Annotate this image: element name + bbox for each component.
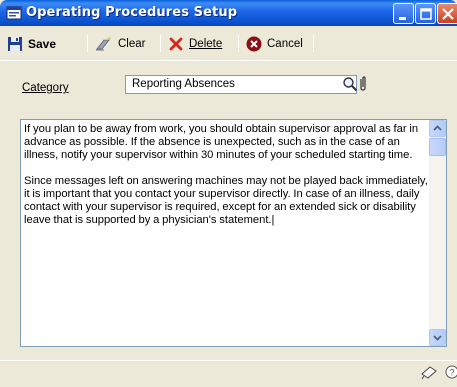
delete-button[interactable]: Delete — [168, 34, 222, 54]
window-note-icon[interactable] — [420, 364, 438, 380]
cancel-button[interactable]: Cancel — [246, 34, 303, 54]
category-label: Category — [22, 82, 69, 94]
category-field[interactable]: Reporting Absences — [125, 75, 357, 94]
procedure-text: If you plan to be away from work, you sh… — [24, 123, 429, 240]
chevron-up-icon — [433, 125, 442, 131]
operating-procedures-window: Operating Procedures Setup Save Clear De… — [0, 0, 457, 387]
title-bar[interactable]: Operating Procedures Setup — [0, 0, 457, 26]
clear-label: Clear — [118, 38, 145, 50]
procedure-paragraph: Since messages left on answering machine… — [24, 175, 428, 226]
help-icon[interactable]: ? — [444, 364, 457, 380]
clear-button[interactable]: Clear — [95, 34, 145, 54]
scroll-thumb[interactable] — [429, 138, 446, 156]
cancel-circle-icon — [246, 36, 262, 52]
window-title: Operating Procedures Setup — [26, 5, 238, 20]
chevron-down-icon — [433, 335, 442, 341]
cancel-label: Cancel — [267, 38, 303, 50]
note-paperclip-icon[interactable] — [358, 76, 368, 92]
toolbar-separator — [160, 35, 161, 52]
toolbar-separator — [313, 35, 314, 52]
svg-text:?: ? — [450, 368, 455, 378]
procedure-text-area[interactable]: If you plan to be away from work, you sh… — [20, 119, 447, 347]
status-bar — [0, 360, 457, 387]
procedure-paragraph: If you plan to be away from work, you sh… — [24, 123, 419, 161]
delete-label: Delete — [189, 38, 223, 50]
minimize-button[interactable] — [393, 3, 414, 24]
clear-label-text: Clear — [118, 38, 146, 50]
floppy-disk-icon — [8, 37, 22, 51]
scroll-down-button[interactable] — [429, 329, 446, 346]
eraser-icon — [96, 37, 111, 51]
toolbar-separator — [238, 35, 239, 52]
save-button[interactable]: Save — [7, 34, 56, 54]
close-button[interactable] — [437, 3, 457, 24]
toolbar-separator — [87, 35, 88, 52]
lookup-magnifier-icon[interactable] — [342, 76, 358, 92]
toolbar-divider — [0, 60, 457, 61]
toolbar: Save Clear Delete Cancel — [0, 26, 457, 61]
window-app-icon — [6, 5, 22, 21]
save-label: Save — [28, 37, 57, 51]
scroll-up-button[interactable] — [429, 120, 446, 137]
maximize-button[interactable] — [415, 3, 436, 24]
vertical-scrollbar[interactable] — [429, 120, 446, 346]
red-x-icon — [169, 37, 183, 51]
